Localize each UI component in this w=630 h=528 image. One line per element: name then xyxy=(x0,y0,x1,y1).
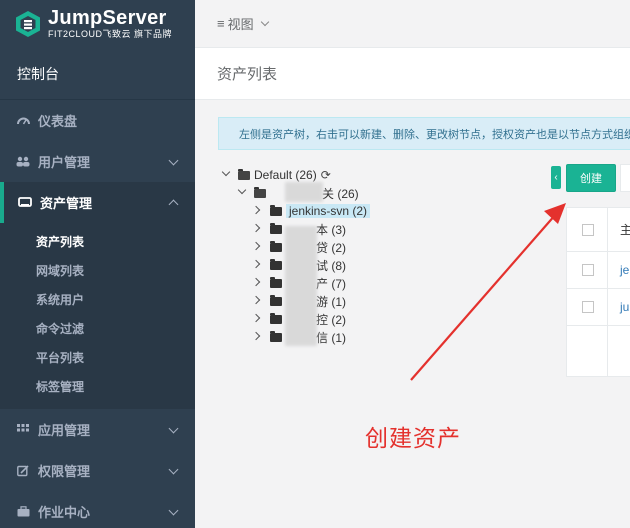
expand-toggle-icon[interactable] xyxy=(238,189,246,197)
table-row: ju xyxy=(567,289,630,326)
logo[interactable]: JumpServer FIT2CLOUD飞致云 旗下品牌 xyxy=(0,0,195,48)
create-asset-button[interactable]: 创建 xyxy=(566,164,616,192)
brand-title: JumpServer xyxy=(48,7,167,29)
folder-icon xyxy=(270,294,282,306)
redaction-blur xyxy=(285,182,323,202)
expand-toggle-icon[interactable] xyxy=(254,225,262,233)
folder-icon xyxy=(270,240,282,252)
nav-assets[interactable]: 资产管理 xyxy=(0,182,195,223)
expand-toggle-icon[interactable] xyxy=(254,315,262,323)
redaction-blur xyxy=(285,226,317,346)
collapse-tree-button[interactable]: ‹ xyxy=(551,166,561,189)
table-row: je xyxy=(567,252,630,289)
nav-users-label: 用户管理 xyxy=(38,155,91,170)
info-alert: 左侧是资产树，右击可以新建、删除、更改树节点，授权资产也是以节点方式组织 xyxy=(218,117,630,150)
nav-assets-label: 资产管理 xyxy=(40,196,93,211)
expand-toggle-icon[interactable] xyxy=(254,243,262,251)
chevron-down-icon xyxy=(168,464,179,475)
menu-icon[interactable]: ≡ xyxy=(217,16,225,31)
asset-name-link[interactable]: je xyxy=(620,263,629,277)
toolbar-next-button[interactable] xyxy=(620,164,630,192)
tree-node-label: 本 (3) xyxy=(316,222,347,237)
jumpserver-logo-icon xyxy=(14,10,42,38)
tree-node-label: 信 (1) xyxy=(316,330,347,345)
nav-dashboard[interactable]: 仪表盘 xyxy=(0,100,195,141)
page-title: 资产列表 xyxy=(217,66,278,83)
nav-permissions-label: 权限管理 xyxy=(38,464,91,479)
sidebar: JumpServer FIT2CLOUD飞致云 旗下品牌 控制台 仪表盘 用户管… xyxy=(0,0,195,528)
folder-open-icon xyxy=(254,186,266,198)
assets-submenu: 资产列表 网域列表 系统用户 命令过滤 平台列表 标签管理 xyxy=(0,223,195,409)
top-navbar: ≡ 视图 xyxy=(195,0,630,48)
folder-icon xyxy=(270,312,282,324)
jobs-icon xyxy=(16,505,30,519)
tree-node-label: 控 (2) xyxy=(316,312,347,327)
annotation-text: 创建资产 xyxy=(365,425,461,451)
refresh-icon[interactable]: ⟳ xyxy=(321,168,331,182)
permissions-icon xyxy=(16,464,30,478)
nav-assets-group: 资产管理 资产列表 网域列表 系统用户 命令过滤 平台列表 标签管理 xyxy=(0,182,195,409)
chevron-down-icon[interactable] xyxy=(260,17,269,26)
expand-toggle-icon[interactable] xyxy=(254,207,262,215)
tree-node-label: 试 (8) xyxy=(316,258,347,273)
nav-jobs[interactable]: 作业中心 xyxy=(0,491,195,528)
expand-toggle-icon[interactable] xyxy=(222,171,230,179)
expand-toggle-icon[interactable] xyxy=(254,279,262,287)
nav-applications[interactable]: 应用管理 xyxy=(0,409,195,450)
folder-icon xyxy=(270,330,282,342)
subnav-domain-list[interactable]: 网域列表 xyxy=(0,256,195,285)
page-title-bar: 资产列表 xyxy=(195,48,630,100)
table-header: 主 xyxy=(567,208,630,252)
expand-toggle-icon[interactable] xyxy=(254,297,262,305)
folder-icon xyxy=(270,222,282,234)
expand-toggle-icon[interactable] xyxy=(254,333,262,341)
asset-name-link[interactable]: ju xyxy=(620,300,629,314)
brand-subtitle: FIT2CLOUD飞致云 旗下品牌 xyxy=(48,29,173,39)
tree-node-label: 游 (1) xyxy=(316,294,347,309)
assets-icon xyxy=(18,196,32,210)
tree-node-label: jenkins-svn (2) xyxy=(286,204,371,218)
view-menu[interactable]: 视图 xyxy=(228,14,254,33)
users-icon xyxy=(16,155,30,169)
tree-node-label: Default (26) xyxy=(254,168,317,182)
subnav-asset-list[interactable]: 资产列表 xyxy=(0,227,195,256)
folder-icon xyxy=(270,276,282,288)
folder-icon xyxy=(270,204,282,216)
subnav-system-users[interactable]: 系统用户 xyxy=(0,285,195,314)
asset-table: 主 je ju xyxy=(566,207,630,377)
nav-users[interactable]: 用户管理 xyxy=(0,141,195,182)
nav-permissions[interactable]: 权限管理 xyxy=(0,450,195,491)
chevron-down-icon xyxy=(168,155,179,166)
subnav-platform-list[interactable]: 平台列表 xyxy=(0,343,195,372)
apps-icon xyxy=(16,423,30,437)
expand-toggle-icon[interactable] xyxy=(254,261,262,269)
chevron-down-icon xyxy=(168,423,179,434)
subnav-label-management[interactable]: 标签管理 xyxy=(0,372,195,401)
tree-node-label: 产 (7) xyxy=(316,276,347,291)
nav-dashboard-label: 仪表盘 xyxy=(38,114,78,129)
select-all-checkbox[interactable] xyxy=(582,223,594,236)
dashboard-icon xyxy=(16,114,30,128)
nav-jobs-label: 作业中心 xyxy=(38,505,91,520)
tree-node-child[interactable]: jenkins-svn (2) xyxy=(222,202,371,220)
subnav-command-filter[interactable]: 命令过滤 xyxy=(0,314,195,343)
table-header-cell[interactable]: 主 xyxy=(620,221,630,238)
nav-applications-label: 应用管理 xyxy=(38,423,91,438)
tree-node-label: 关 (26) xyxy=(322,186,359,201)
info-alert-text: 左侧是资产树，右击可以新建、删除、更改树节点，授权资产也是以节点方式组织 xyxy=(239,128,630,141)
console-switch[interactable]: 控制台 xyxy=(0,48,195,100)
folder-open-icon xyxy=(238,168,250,180)
tree-node-label: 贷 (2) xyxy=(316,240,347,255)
row-checkbox[interactable] xyxy=(582,301,594,313)
chevron-down-icon xyxy=(168,505,179,516)
row-checkbox[interactable] xyxy=(582,264,594,276)
folder-icon xyxy=(270,258,282,270)
chevron-up-icon xyxy=(168,199,179,210)
